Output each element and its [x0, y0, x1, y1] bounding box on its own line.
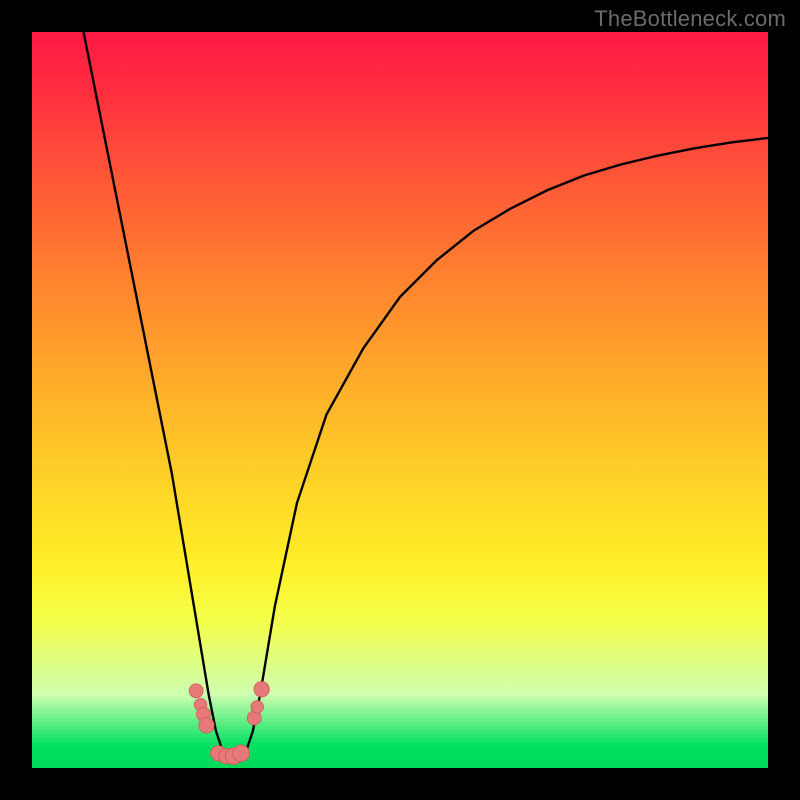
- curve-marker: [199, 718, 214, 733]
- curve-marker: [233, 745, 250, 762]
- curve-line: [84, 32, 768, 761]
- curve-marker: [189, 684, 203, 698]
- curve-markers: [189, 682, 269, 765]
- bottleneck-curve: [32, 32, 768, 768]
- curve-marker: [251, 701, 264, 714]
- chart-frame: TheBottleneck.com: [0, 0, 800, 800]
- plot-area: [32, 32, 768, 768]
- watermark-text: TheBottleneck.com: [594, 6, 786, 32]
- curve-marker: [254, 682, 269, 697]
